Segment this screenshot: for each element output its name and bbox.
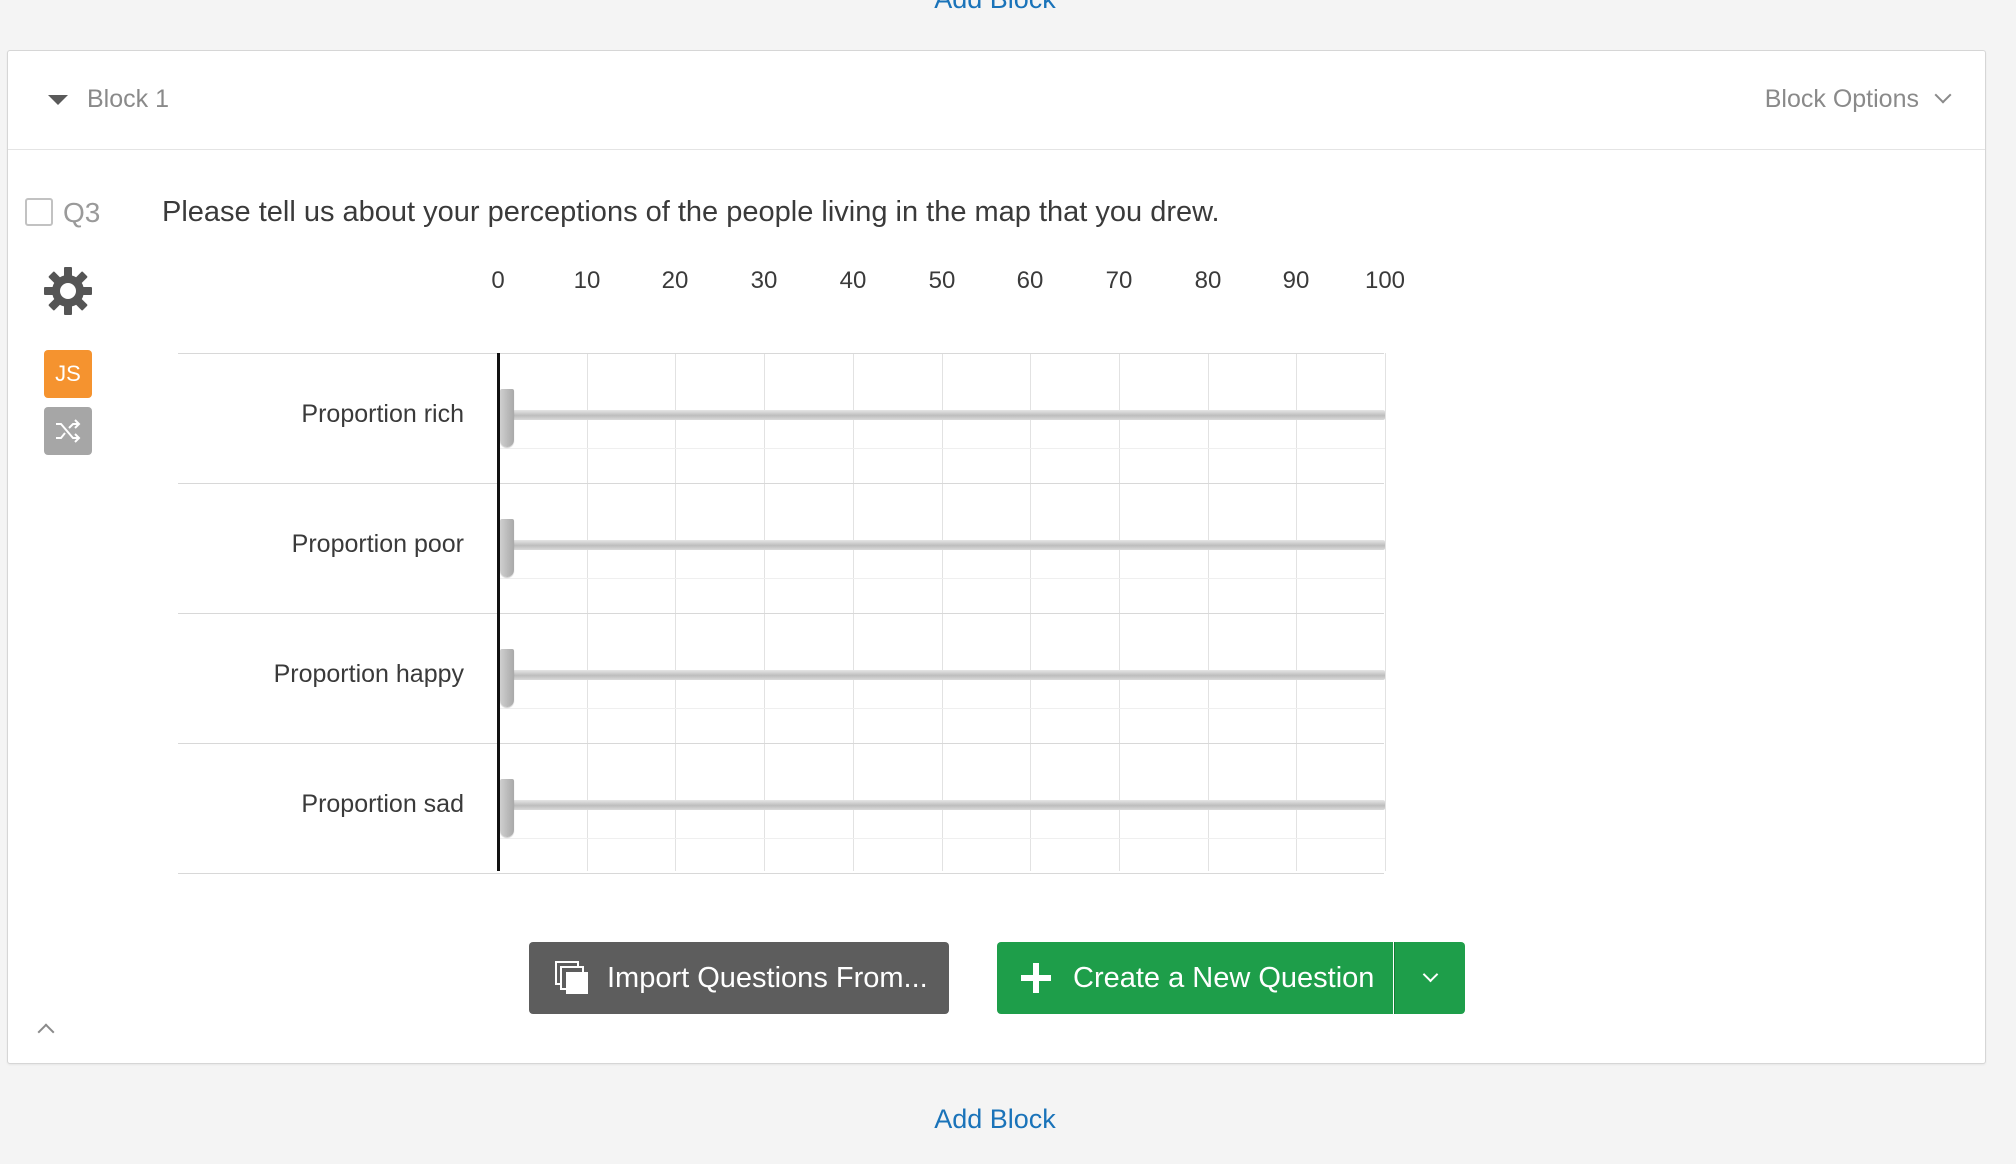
chevron-down-icon xyxy=(1934,86,1952,104)
slider-track[interactable] xyxy=(508,540,1385,550)
grid-line xyxy=(1119,353,1120,871)
row-subdivider xyxy=(498,838,1385,839)
shuffle-icon[interactable] xyxy=(44,407,92,455)
slider-handle[interactable] xyxy=(500,779,514,837)
grid-line xyxy=(1296,353,1297,871)
block-options-label: Block Options xyxy=(1764,85,1919,113)
collapse-block-icon[interactable] xyxy=(48,95,68,105)
import-questions-label: Import Questions From... xyxy=(607,961,928,994)
scale-tick-label: 90 xyxy=(1282,267,1310,294)
grid-line xyxy=(675,353,676,871)
slider-track[interactable] xyxy=(508,670,1385,680)
create-question-button[interactable]: Create a New Question xyxy=(997,942,1393,1014)
block-options-button[interactable]: Block Options xyxy=(1764,85,1952,114)
add-block-link[interactable]: Add Block xyxy=(0,1104,1990,1135)
grid-line xyxy=(1030,353,1031,871)
slider-row-label: Proportion sad xyxy=(301,790,464,818)
scale-tick-label: 60 xyxy=(1016,267,1044,294)
scale-tick-label: 40 xyxy=(839,267,867,294)
scale-tick-label: 80 xyxy=(1194,267,1222,294)
row-subdivider xyxy=(498,448,1385,449)
slider-row-label: Proportion rich xyxy=(301,400,464,428)
scale-tick-label: 10 xyxy=(573,267,601,294)
slider-row: Proportion sad xyxy=(178,790,464,818)
grid-line xyxy=(587,353,588,871)
chevron-up-icon[interactable] xyxy=(37,1023,55,1041)
slider-handle[interactable] xyxy=(500,389,514,447)
scale-tick-label: 20 xyxy=(661,267,689,294)
shuffle-glyph xyxy=(56,419,81,443)
grid-line xyxy=(853,353,854,871)
plus-icon xyxy=(1021,963,1051,993)
slider-row: Proportion rich xyxy=(178,400,464,428)
add-block-link-top[interactable]: Add Block xyxy=(0,0,1990,15)
slider-handle[interactable] xyxy=(500,649,514,707)
scale-tick-label: 70 xyxy=(1105,267,1133,294)
grid-line xyxy=(764,353,765,871)
survey-block: Block 1 Block Options Q3 JS Please tell … xyxy=(7,50,1986,1064)
javascript-icon[interactable]: JS xyxy=(44,350,92,398)
question-number: Q3 xyxy=(63,197,101,228)
scale-tick-label: 50 xyxy=(928,267,956,294)
row-divider xyxy=(178,743,1384,744)
row-subdivider xyxy=(498,708,1385,709)
slider-row: Proportion poor xyxy=(178,530,464,558)
create-question-label: Create a New Question xyxy=(1073,961,1375,994)
scale-tick-label: 100 xyxy=(1364,267,1406,294)
js-badge-label: JS xyxy=(55,361,81,386)
scale-tick-label: 0 xyxy=(491,267,505,294)
create-question-dropdown-button[interactable] xyxy=(1394,942,1465,1014)
row-divider xyxy=(178,873,1384,874)
chevron-down-icon xyxy=(1422,966,1438,982)
row-divider xyxy=(178,613,1384,614)
slider-handle[interactable] xyxy=(500,519,514,577)
question-text: Please tell us about your perceptions of… xyxy=(162,196,1220,228)
slider-track[interactable] xyxy=(508,800,1385,810)
grid-line xyxy=(1385,353,1386,871)
question-select-checkbox[interactable] xyxy=(25,198,53,226)
gear-icon[interactable] xyxy=(42,265,94,317)
row-subdivider xyxy=(498,578,1385,579)
slider-row-label: Proportion poor xyxy=(291,530,464,558)
block-title: Block 1 xyxy=(87,85,169,113)
row-divider xyxy=(178,483,1384,484)
block-header: Block 1 Block Options xyxy=(8,51,1985,150)
grid-line xyxy=(1208,353,1209,871)
import-questions-button[interactable]: Import Questions From... xyxy=(529,942,949,1014)
copy-icon xyxy=(555,961,588,994)
slider-track[interactable] xyxy=(508,410,1385,420)
slider-row-label: Proportion happy xyxy=(273,660,464,688)
slider-row: Proportion happy xyxy=(178,660,464,688)
grid-line xyxy=(942,353,943,871)
scale-tick-label: 30 xyxy=(750,267,778,294)
row-divider xyxy=(178,353,1384,354)
